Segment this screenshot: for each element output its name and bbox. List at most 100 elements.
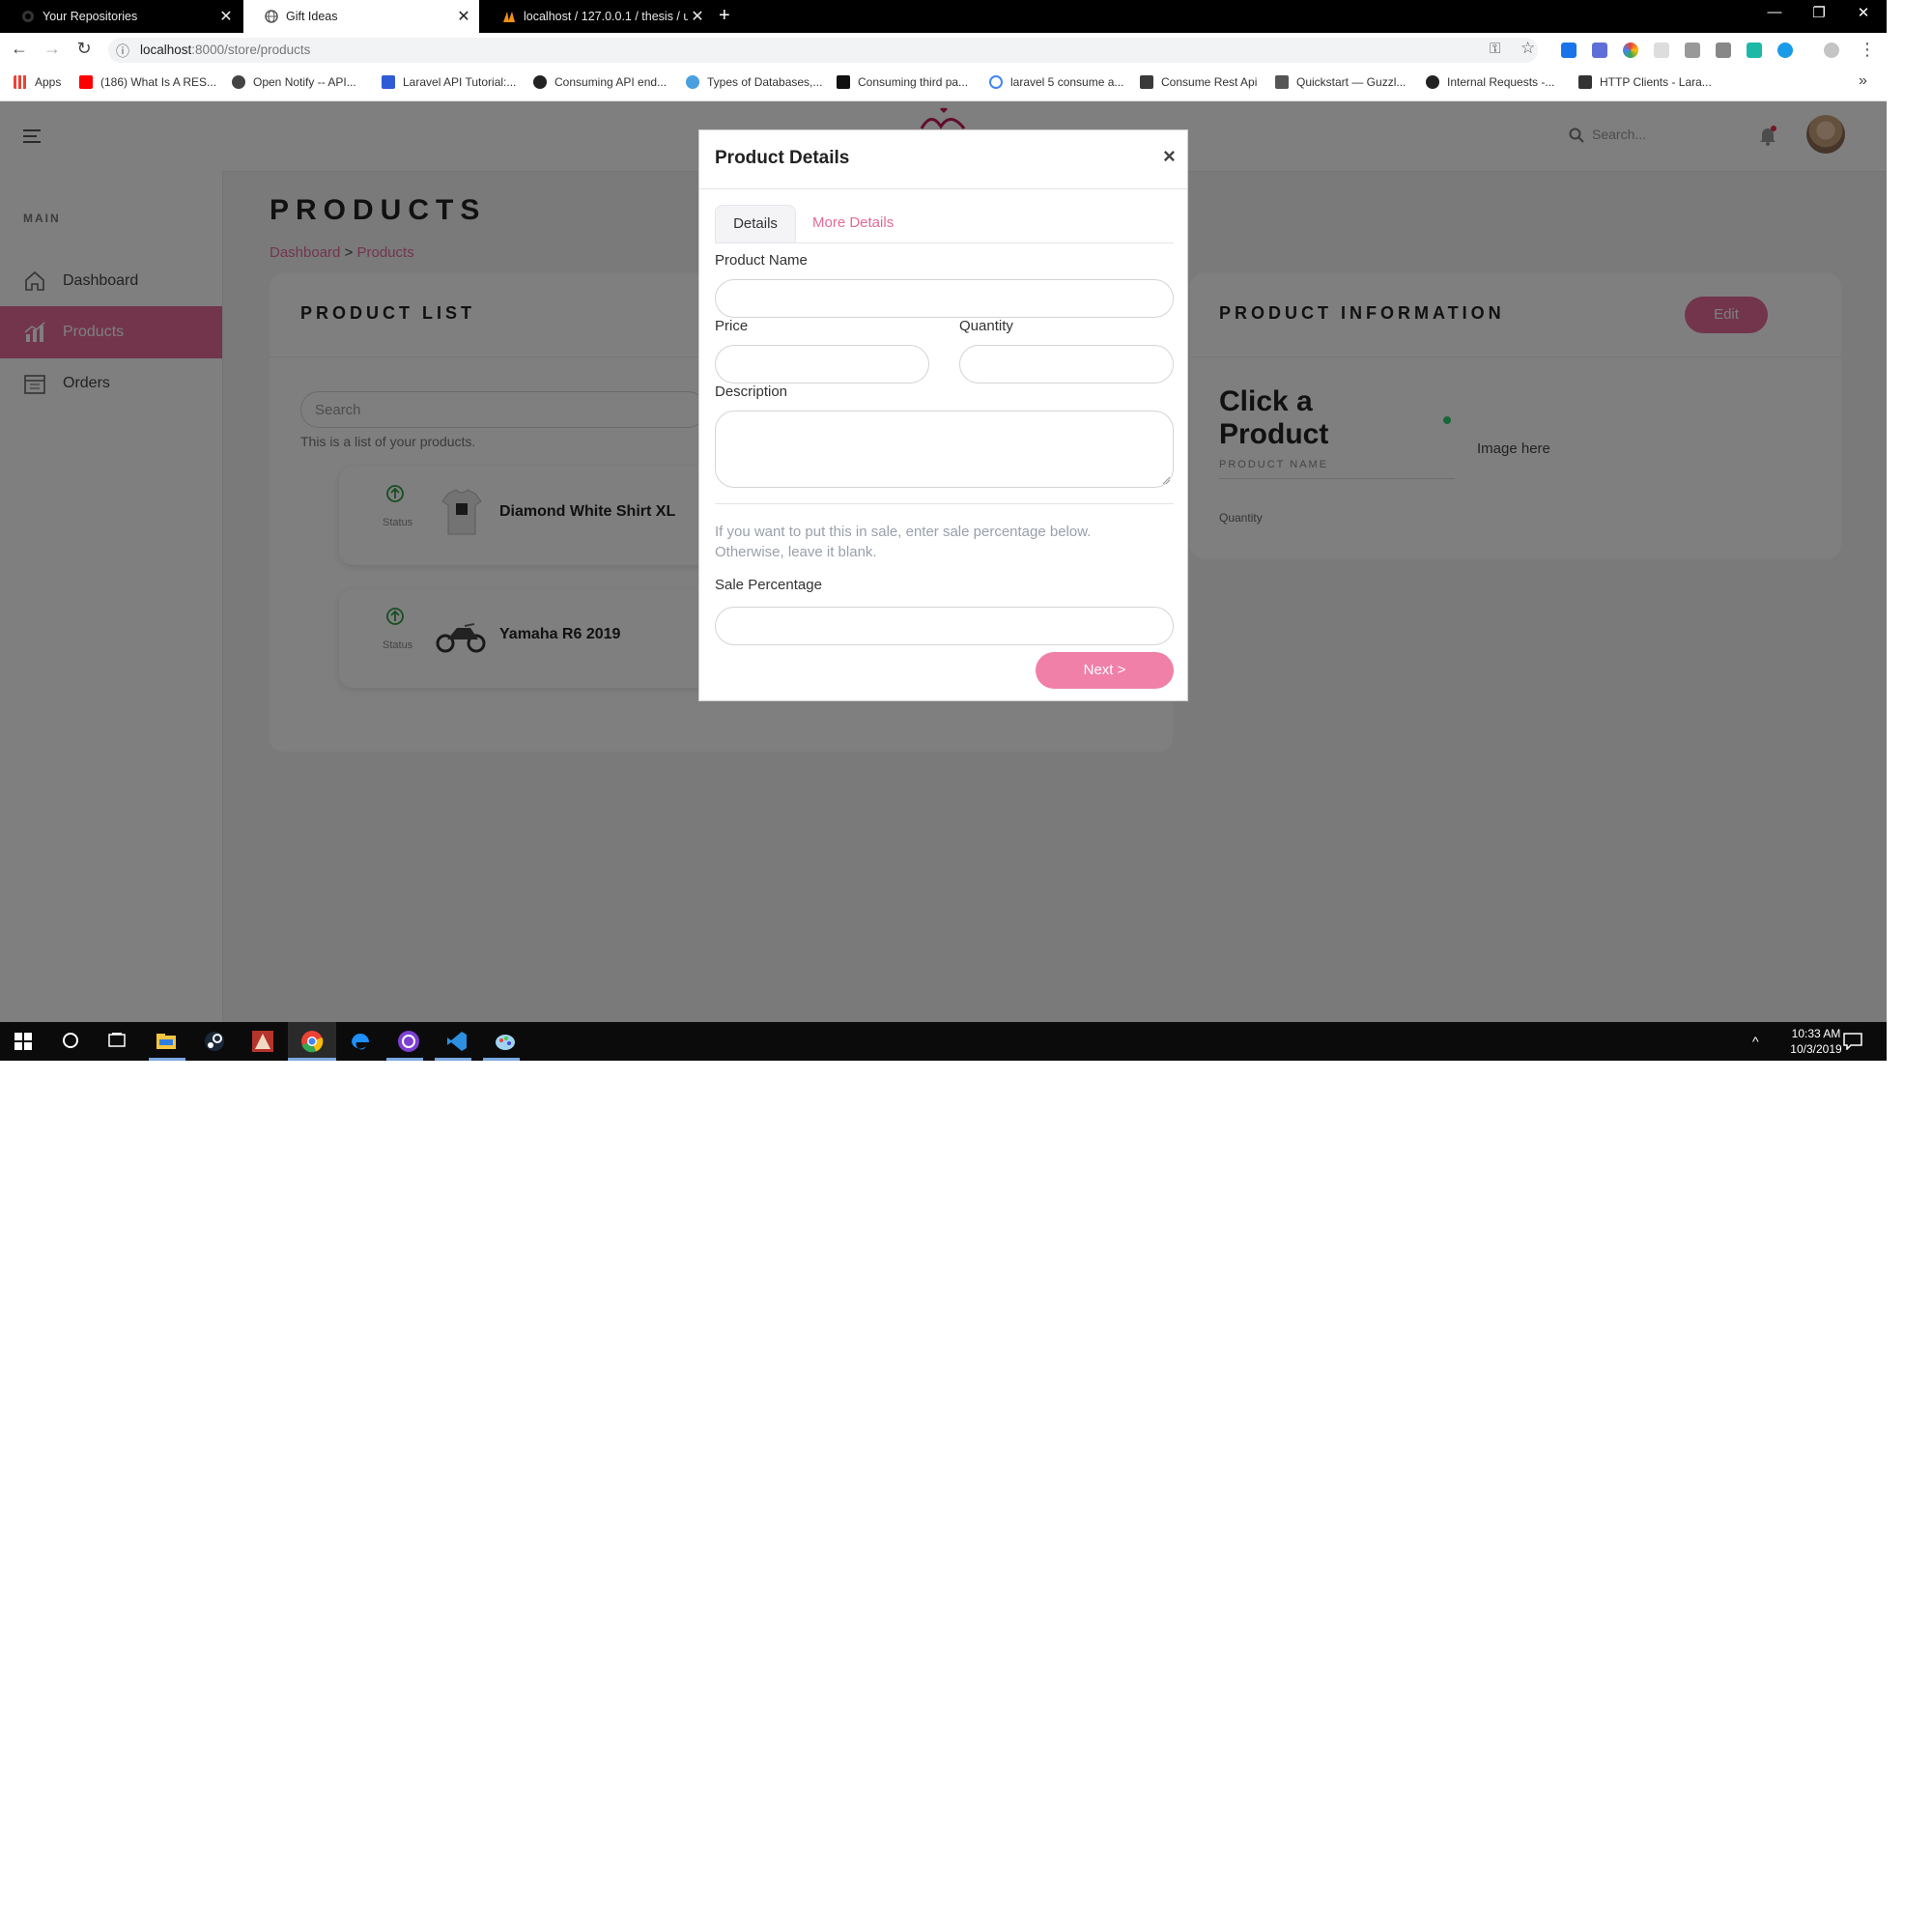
- extension-teal-icon[interactable]: [1747, 43, 1762, 58]
- bookmark-label: Types of Databases,...: [707, 75, 823, 89]
- youtube-icon: [79, 75, 93, 89]
- extension-blank-icon[interactable]: [1654, 43, 1669, 58]
- quantity-label: Quantity: [959, 318, 1013, 334]
- vscode-icon[interactable]: [445, 1030, 469, 1053]
- windows-start-icon[interactable]: [14, 1030, 37, 1053]
- taskbar: ^ 10:33 AM 10/3/2019: [0, 1022, 1887, 1061]
- info-icon[interactable]: ⓘ: [116, 42, 129, 61]
- sale-percentage-input[interactable]: [715, 607, 1174, 645]
- file-explorer-icon[interactable]: [155, 1030, 178, 1053]
- tab-strip: Your Repositories ✕ Gift Ideas ✕ localho…: [0, 0, 1887, 33]
- game-app-icon[interactable]: [251, 1030, 274, 1053]
- bookmark-types-databases[interactable]: Types of Databases,...: [686, 75, 822, 89]
- key-icon[interactable]: ⚿: [1490, 41, 1500, 57]
- bookmarks-more-button[interactable]: »: [1859, 72, 1867, 90]
- bookmark-label: (186) What Is A RES...: [100, 75, 217, 89]
- tab-more-details[interactable]: More Details: [812, 214, 894, 231]
- tab-phpmyadmin[interactable]: localhost / 127.0.0.1 / thesis / us ✕: [481, 0, 713, 33]
- divider: [699, 188, 1187, 189]
- bookmark-label: Quickstart — Guzzl...: [1296, 75, 1406, 89]
- extension-v-icon[interactable]: [1685, 43, 1700, 58]
- bookmark-laravel-api[interactable]: Laravel API Tutorial:...: [382, 75, 516, 89]
- bookmark-quickstart-guzzle[interactable]: Quickstart — Guzzl...: [1275, 75, 1406, 89]
- bookmark-internal-requests[interactable]: Internal Requests -...: [1426, 75, 1554, 89]
- reload-button[interactable]: ↻: [72, 39, 96, 59]
- tab-details[interactable]: Details: [715, 205, 796, 243]
- sale-hint: If you want to put this in sale, enter s…: [715, 524, 1092, 560]
- paint-app-icon[interactable]: [494, 1030, 517, 1053]
- new-tab-button[interactable]: +: [719, 5, 730, 27]
- bookmark-label: laravel 5 consume a...: [1010, 75, 1124, 89]
- bookmark-label: Open Notify -- API...: [253, 75, 356, 89]
- extension-bars-icon[interactable]: [1592, 43, 1607, 58]
- window-close-button[interactable]: ✕: [1849, 4, 1878, 21]
- close-icon[interactable]: ×: [1163, 144, 1176, 169]
- tray-expand-icon[interactable]: ^: [1752, 1034, 1759, 1049]
- bookmark-label: Consume Rest Api: [1161, 75, 1258, 89]
- tab-your-repositories[interactable]: Your Repositories ✕: [0, 0, 242, 33]
- close-icon[interactable]: ✕: [688, 7, 707, 26]
- task-view-icon[interactable]: [106, 1030, 129, 1053]
- running-indicator: [435, 1058, 471, 1061]
- bookmarks-bar: Apps (186) What Is A RES... Open Notify …: [0, 68, 1887, 101]
- send-icon: [1140, 75, 1153, 89]
- site-icon: [382, 75, 395, 89]
- bookmark-laravel5-consume[interactable]: laravel 5 consume a...: [989, 75, 1123, 89]
- star-icon[interactable]: ☆: [1520, 39, 1535, 58]
- notifications-icon[interactable]: [1843, 1033, 1862, 1055]
- apps-grid-icon: [14, 75, 27, 89]
- menu-icon[interactable]: ⋮: [1859, 40, 1876, 60]
- bookmark-youtube[interactable]: (186) What Is A RES...: [79, 75, 216, 89]
- price-input[interactable]: [715, 345, 929, 384]
- book-icon: [1578, 75, 1592, 89]
- running-indicator: [386, 1058, 423, 1061]
- bookmark-http-clients[interactable]: HTTP Clients - Lara...: [1578, 75, 1712, 89]
- product-name-label: Product Name: [715, 252, 808, 269]
- github-icon: [1426, 75, 1439, 89]
- running-indicator: [149, 1058, 185, 1061]
- chrome-icon[interactable]: [300, 1030, 324, 1053]
- extension-color-icon[interactable]: [1623, 43, 1638, 58]
- modal-title: Product Details: [715, 148, 850, 168]
- next-button[interactable]: Next >: [1036, 652, 1174, 689]
- tab-gift-ideas[interactable]: Gift Ideas ✕: [243, 0, 479, 33]
- bookmark-label: Internal Requests -...: [1447, 75, 1555, 89]
- product-name-input[interactable]: [715, 279, 1174, 318]
- resize-handle-icon[interactable]: [1161, 475, 1171, 485]
- extension-box-icon[interactable]: [1716, 43, 1731, 58]
- url-text[interactable]: localhost:8000/store/products: [140, 43, 310, 57]
- steam-icon[interactable]: [203, 1030, 226, 1053]
- bookmark-consuming-third[interactable]: Consuming third pa...: [837, 75, 968, 89]
- purple-app-icon[interactable]: [397, 1030, 420, 1053]
- restore-button[interactable]: ❐: [1804, 4, 1833, 21]
- cortana-search-icon[interactable]: [60, 1030, 83, 1053]
- extension-download-icon[interactable]: [1777, 43, 1793, 58]
- quantity-input[interactable]: [959, 345, 1174, 384]
- bookmark-consume-rest[interactable]: Consume Rest Api: [1140, 75, 1257, 89]
- profile-icon[interactable]: [1824, 43, 1839, 58]
- product-details-modal: Product Details × Details More Details P…: [698, 129, 1188, 701]
- bookmark-consuming-api[interactable]: Consuming API end...: [533, 75, 667, 89]
- edge-icon[interactable]: [349, 1030, 372, 1053]
- forward-button[interactable]: →: [41, 39, 64, 59]
- bookmark-label: Consuming API end...: [554, 75, 668, 89]
- bookmark-open-notify[interactable]: Open Notify -- API...: [232, 75, 356, 89]
- bookmark-label: Laravel API Tutorial:...: [403, 75, 517, 89]
- extension-check-icon[interactable]: [1561, 43, 1577, 58]
- url-path: :8000/store/products: [191, 43, 311, 57]
- tab-label: Gift Ideas: [286, 10, 338, 23]
- bookmark-label: Apps: [35, 75, 62, 89]
- bookmark-label: Consuming third pa...: [858, 75, 969, 89]
- close-icon[interactable]: ✕: [454, 7, 473, 26]
- bookmark-apps[interactable]: Apps: [14, 75, 61, 89]
- github-icon: [533, 75, 547, 89]
- description-textarea[interactable]: [715, 411, 1174, 488]
- omnibox[interactable]: [108, 38, 1538, 63]
- screen: Your Repositories ✕ Gift Ideas ✕ localho…: [0, 0, 1887, 1061]
- back-button[interactable]: ←: [8, 39, 31, 59]
- address-bar: ← → ↻ ⓘ localhost:8000/store/products ⚿ …: [0, 33, 1887, 68]
- price-label: Price: [715, 318, 749, 334]
- running-indicator: [288, 1058, 336, 1061]
- close-icon[interactable]: ✕: [216, 7, 236, 26]
- minimize-button[interactable]: —: [1760, 4, 1789, 20]
